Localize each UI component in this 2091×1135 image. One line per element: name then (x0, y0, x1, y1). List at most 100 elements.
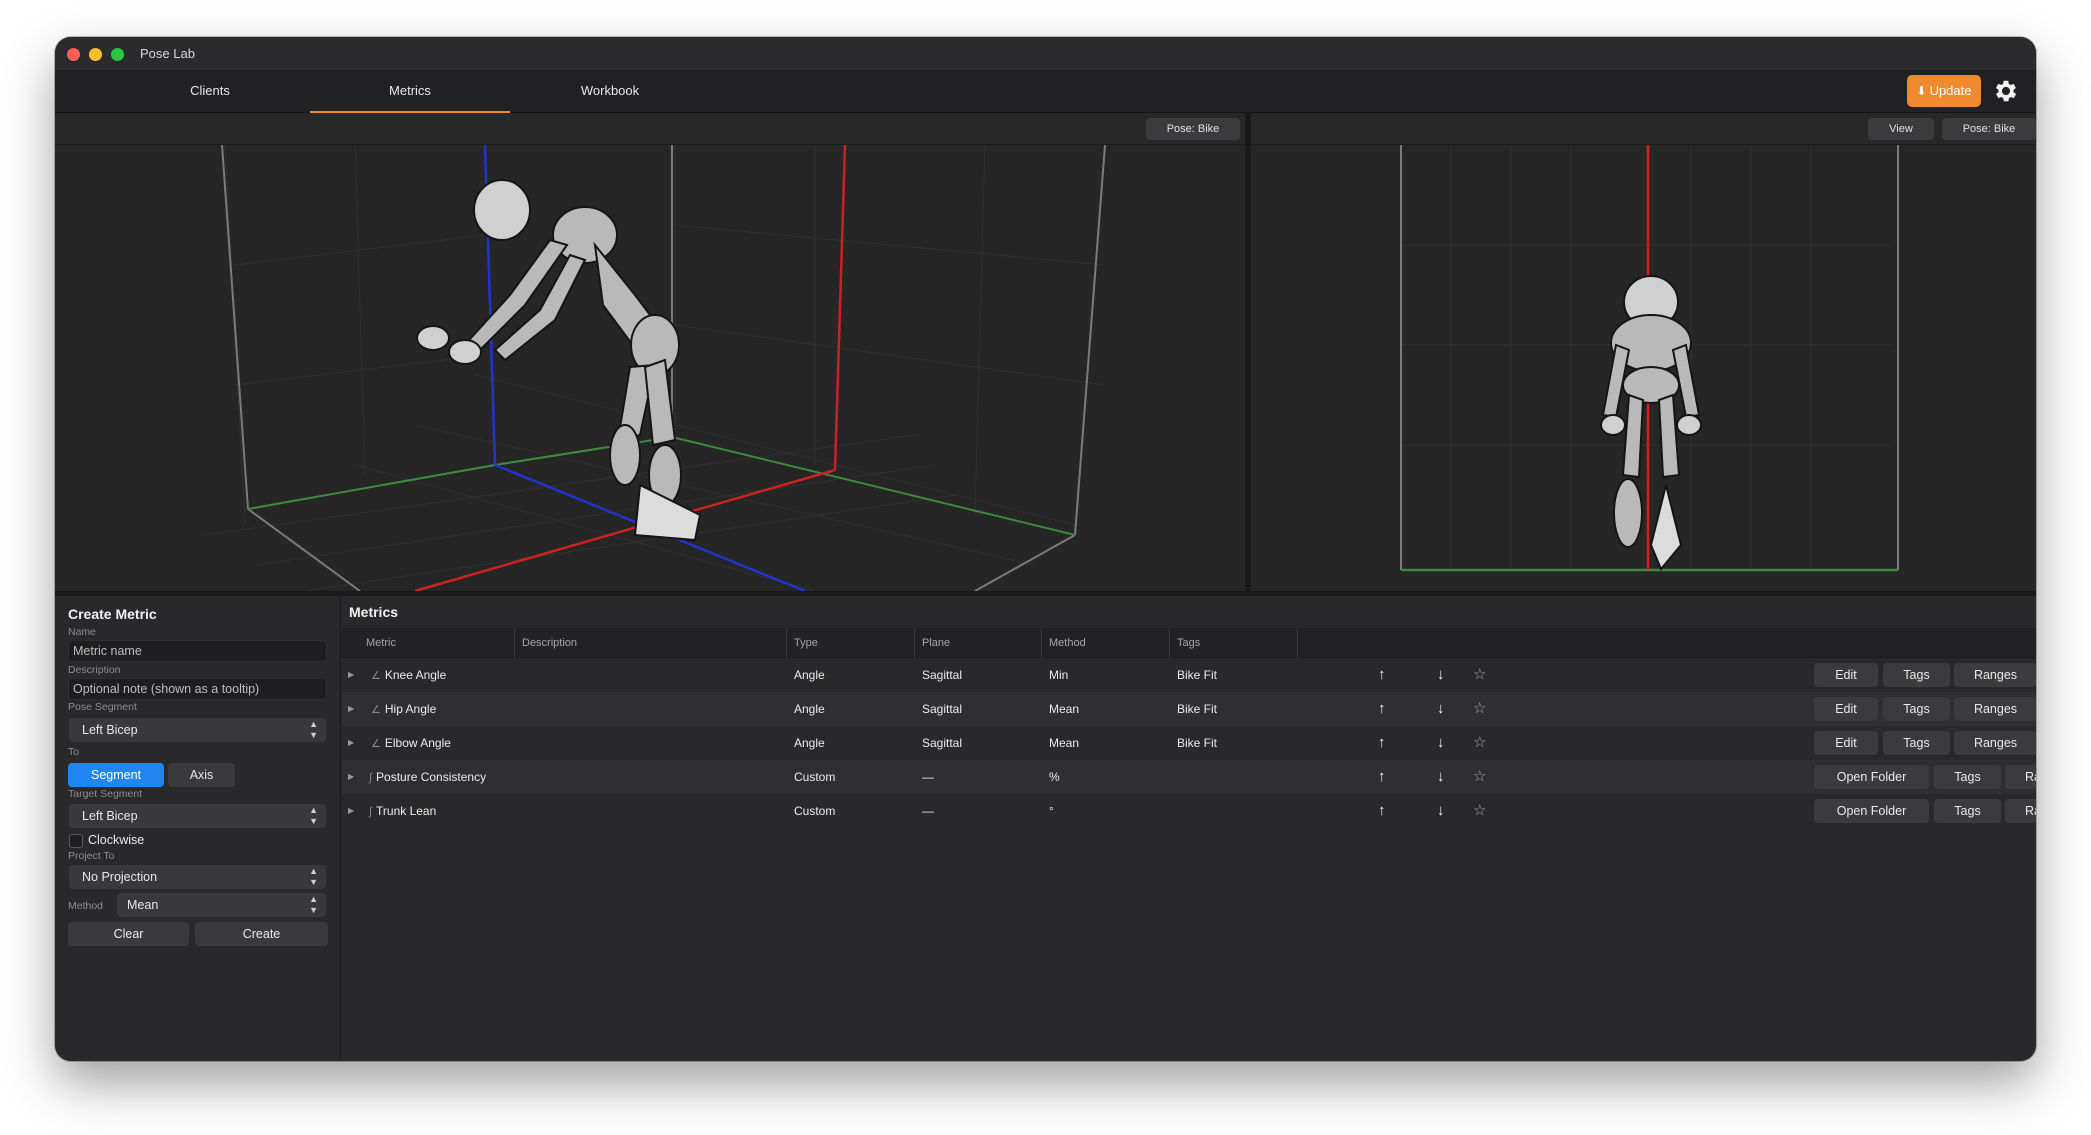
function-icon: ∫ (369, 806, 373, 818)
tags-button[interactable]: Tags (1883, 697, 1950, 721)
description-input[interactable]: Optional note (shown as a tooltip) (68, 678, 327, 700)
pose-segment-select[interactable]: Left Bicep ▲ ▼ (69, 718, 326, 742)
disclosure-triangle-icon[interactable]: ▶ (348, 760, 354, 794)
arrow-down-icon[interactable]: ↓ (1437, 760, 1445, 794)
ranges-button[interactable]: Ranges (1954, 697, 2036, 721)
arrow-down-icon[interactable]: ↓ (1437, 658, 1445, 692)
arrow-up-icon[interactable]: ↑ (1378, 794, 1386, 828)
clockwise-checkbox[interactable] (69, 834, 83, 848)
description-label: Description (68, 664, 121, 676)
create-button[interactable]: Create (195, 922, 328, 946)
method-label: Method (68, 900, 104, 912)
tab-workbook[interactable]: Workbook (510, 70, 710, 113)
ranges-button[interactable]: Ranges (2005, 799, 2036, 823)
mannequin-side (416, 179, 702, 542)
chevron-down-icon: ▼ (309, 905, 318, 915)
metrics-table-header: Metric Description Type Plane Method Tag… (342, 628, 2036, 658)
gear-icon[interactable] (1992, 77, 2020, 105)
arrow-down-icon[interactable]: ↓ (1437, 692, 1445, 726)
metric-plane: Sagittal (922, 702, 963, 716)
metric-name: Knee Angle (384, 668, 447, 682)
open-folder-button[interactable]: Open Folder (1814, 765, 1929, 789)
open-folder-button[interactable]: Open Folder (1814, 799, 1929, 823)
tab-bar: Clients Metrics Workbook ⬇ Update (55, 70, 2036, 113)
metric-tags: Bike Fit (1177, 702, 1218, 716)
project-to-select[interactable]: No Projection ▲ ▼ (69, 865, 326, 889)
column-header-method[interactable]: Method (1042, 628, 1170, 658)
column-header-plane[interactable]: Plane (915, 628, 1042, 658)
star-icon[interactable]: ☆ (1473, 760, 1486, 794)
column-header-metric[interactable]: Metric (359, 628, 515, 658)
clear-button[interactable]: Clear (68, 922, 189, 946)
minimize-window-button[interactable] (89, 48, 102, 61)
update-button-label: Update (1929, 83, 1972, 98)
ranges-button[interactable]: Ranges (1954, 663, 2036, 687)
left-viewport-toolbar: Pose: Bike (55, 113, 1245, 145)
tags-button[interactable]: Tags (1883, 731, 1950, 755)
table-row[interactable]: ▶ ∫ Posture Consistency Custom — % ↑ ↓ ☆ … (342, 760, 2036, 794)
tab-metrics[interactable]: Metrics (310, 70, 510, 113)
update-button[interactable]: ⬇ Update (1907, 75, 1981, 107)
disclosure-triangle-icon[interactable]: ▶ (348, 726, 354, 760)
to-segment-button[interactable]: Segment (68, 763, 164, 787)
metric-name: Posture Consistency (376, 770, 487, 784)
project-to-value: No Projection (82, 870, 158, 884)
arrow-up-icon[interactable]: ↑ (1378, 658, 1386, 692)
clockwise-label: Clockwise (88, 833, 145, 847)
chevron-down-icon: ▼ (309, 816, 318, 826)
left-pose-button[interactable]: Pose: Bike (1146, 118, 1240, 140)
arrow-up-icon[interactable]: ↑ (1378, 692, 1386, 726)
disclosure-triangle-icon[interactable]: ▶ (348, 658, 354, 692)
close-window-button[interactable] (67, 48, 80, 61)
ranges-button[interactable]: Ranges (1954, 731, 2036, 755)
disclosure-triangle-icon[interactable]: ▶ (348, 794, 354, 828)
arrow-up-icon[interactable]: ↑ (1378, 760, 1386, 794)
star-icon[interactable]: ☆ (1473, 658, 1486, 692)
edit-button[interactable]: Edit (1814, 663, 1878, 687)
metric-name: Trunk Lean (376, 804, 437, 818)
column-header-type[interactable]: Type (787, 628, 915, 658)
left-3d-viewport[interactable] (55, 145, 1245, 591)
tags-button[interactable]: Tags (1883, 663, 1950, 687)
metric-type: Custom (794, 804, 836, 818)
left-scene (204, 145, 1106, 591)
table-row[interactable]: ▶ ∠ Elbow Angle Angle Sagittal Mean Bike … (342, 726, 2036, 760)
method-value: Mean (127, 898, 159, 912)
metric-method: Mean (1049, 702, 1080, 716)
tags-button[interactable]: Tags (1934, 799, 2001, 823)
column-header-description[interactable]: Description (515, 628, 787, 658)
metric-name-input[interactable]: Metric name (68, 640, 327, 662)
arrow-down-icon[interactable]: ↓ (1437, 726, 1445, 760)
star-icon[interactable]: ☆ (1473, 726, 1486, 760)
target-segment-select[interactable]: Left Bicep ▲ ▼ (69, 804, 326, 828)
view-button[interactable]: View (1868, 118, 1934, 140)
create-metric-title: Create Metric (68, 606, 157, 622)
metric-type: Angle (794, 736, 825, 750)
column-header-tags[interactable]: Tags (1170, 628, 1298, 658)
edit-button[interactable]: Edit (1814, 697, 1878, 721)
tab-clients[interactable]: Clients (110, 70, 310, 113)
title-bar: Pose Lab (55, 37, 2036, 70)
ranges-button[interactable]: Ranges (2005, 765, 2036, 789)
metric-method: % (1049, 770, 1060, 784)
right-pose-button[interactable]: Pose: Bike (1942, 118, 2036, 140)
disclosure-triangle-icon[interactable]: ▶ (348, 692, 354, 726)
metric-plane: — (922, 804, 934, 818)
method-select[interactable]: Mean ▲ ▼ (117, 893, 326, 917)
arrow-up-icon[interactable]: ↑ (1378, 726, 1386, 760)
star-icon[interactable]: ☆ (1473, 692, 1486, 726)
table-row[interactable]: ▶ ∫ Trunk Lean Custom — ° ↑ ↓ ☆ Open Fold… (342, 794, 2036, 828)
zoom-window-button[interactable] (111, 48, 124, 61)
mannequin-front (1600, 275, 1702, 571)
edit-button[interactable]: Edit (1814, 731, 1878, 755)
metric-method: Min (1049, 668, 1069, 682)
tags-button[interactable]: Tags (1934, 765, 2001, 789)
to-axis-button[interactable]: Axis (168, 763, 235, 787)
star-icon[interactable]: ☆ (1473, 794, 1486, 828)
metric-name: Hip Angle (384, 702, 437, 716)
table-row[interactable]: ▶ ∠ Knee Angle Angle Sagittal Min Bike Fi… (342, 658, 2036, 692)
right-scene (1400, 145, 1899, 572)
right-3d-viewport[interactable] (1251, 145, 2036, 591)
arrow-down-icon[interactable]: ↓ (1437, 794, 1445, 828)
table-row[interactable]: ▶ ∠ Hip Angle Angle Sagittal Mean Bike Fi… (342, 692, 2036, 726)
